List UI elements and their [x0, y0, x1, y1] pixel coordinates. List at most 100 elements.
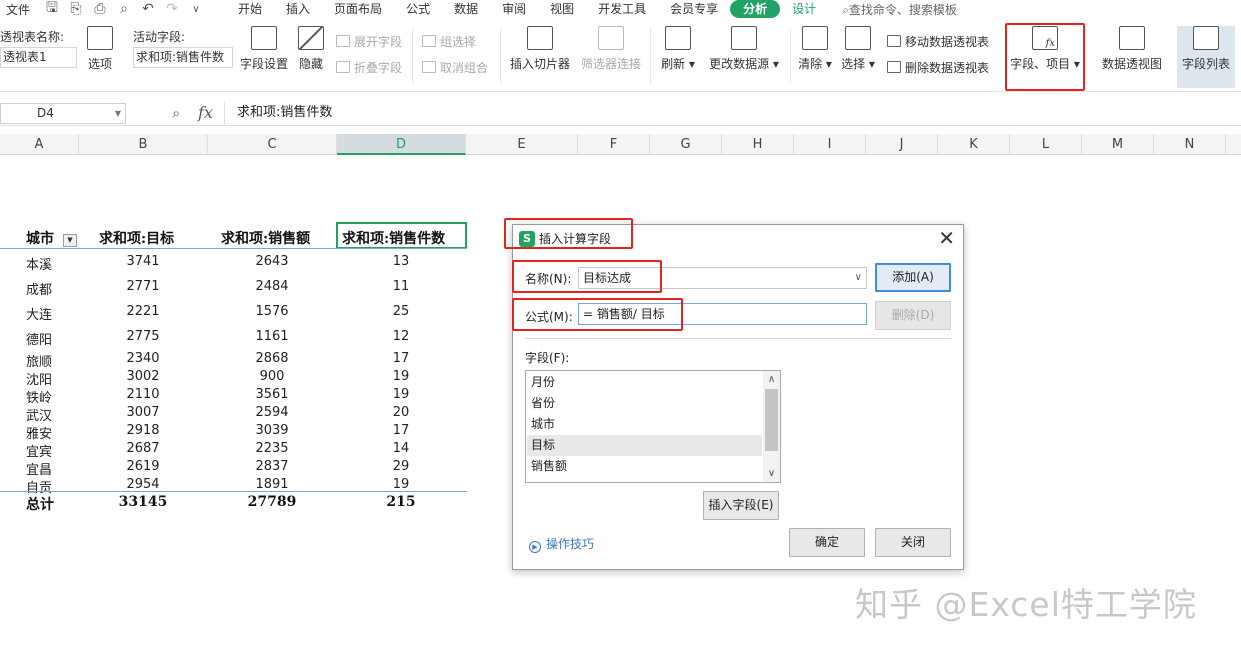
pivot-city-cell[interactable]: 铁岭	[26, 387, 52, 406]
column-header[interactable]: G	[650, 134, 722, 155]
pivot-value-cell[interactable]: 2484	[232, 279, 312, 294]
close-button[interactable]: 关闭	[875, 528, 951, 557]
undo-icon[interactable]: ↶	[140, 1, 156, 17]
tab-formulas[interactable]: 公式	[394, 0, 442, 18]
column-header-selected[interactable]: D	[337, 134, 466, 155]
pivot-city-cell[interactable]: 武汉	[26, 405, 52, 424]
tab-insert[interactable]: 插入	[274, 0, 322, 18]
column-header[interactable]: C	[208, 134, 337, 155]
tab-view[interactable]: 视图	[538, 0, 586, 18]
field-list-item[interactable]: 销售额	[527, 456, 762, 477]
column-header[interactable]: I	[794, 134, 866, 155]
pivot-value-cell[interactable]: 2619	[103, 459, 183, 474]
pivot-value-cell[interactable]: 20	[361, 405, 441, 420]
pivot-value-cell[interactable]: 2775	[103, 329, 183, 344]
pivot-city-cell[interactable]: 成都	[26, 279, 52, 298]
pivot-value-cell[interactable]: 1576	[232, 304, 312, 319]
ungroup-button[interactable]: 取消组合	[422, 58, 488, 76]
pivot-value-cell[interactable]: 2918	[103, 423, 183, 438]
file-menu[interactable]: 文件	[6, 1, 30, 18]
fields-listbox[interactable]: 月份 省份 城市 目标 销售额 ∧ ∨	[525, 370, 781, 483]
pivot-value-cell[interactable]: 2221	[103, 304, 183, 319]
expand-field-button[interactable]: 展开字段	[336, 32, 402, 50]
tab-data[interactable]: 数据	[442, 0, 490, 18]
tab-design[interactable]: 设计	[780, 0, 828, 18]
tab-home[interactable]: 开始	[226, 0, 274, 18]
pivot-value-cell[interactable]: 14	[361, 441, 441, 456]
export-icon[interactable]: ⎘	[68, 1, 84, 17]
pivot-value-cell[interactable]: 1161	[232, 329, 312, 344]
more-icon[interactable]: ∨	[188, 4, 204, 15]
column-header[interactable]: N	[1154, 134, 1226, 155]
total-target[interactable]: 33145	[103, 494, 183, 510]
print-icon[interactable]: ⎙	[92, 1, 108, 17]
filter-dropdown-icon[interactable]: ▼	[63, 234, 77, 247]
column-header[interactable]: B	[79, 134, 208, 155]
field-settings-button[interactable]: 字段设置	[238, 18, 290, 72]
clear-button[interactable]: 清除 ▾	[796, 18, 834, 72]
pivot-city-cell[interactable]: 雅安	[26, 423, 52, 442]
field-list-item[interactable]: 目标	[527, 435, 762, 456]
column-header[interactable]: K	[938, 134, 1010, 155]
pivot-value-cell[interactable]: 2340	[103, 351, 183, 366]
scrollbar-thumb[interactable]	[765, 389, 778, 451]
insert-field-button[interactable]: 插入字段(E)	[703, 491, 779, 520]
pivot-value-cell[interactable]: 900	[232, 369, 312, 384]
pivot-header-target[interactable]: 求和项:目标	[99, 228, 174, 248]
name-field[interactable]: 目标达成 ∨	[578, 267, 867, 289]
tab-member[interactable]: 会员专享	[658, 0, 730, 18]
pivot-city-cell[interactable]: 宜宾	[26, 441, 52, 460]
pivot-city-cell[interactable]: 宜昌	[26, 459, 52, 478]
pivot-value-cell[interactable]: 3007	[103, 405, 183, 420]
pivot-value-cell[interactable]: 2868	[232, 351, 312, 366]
pivot-name-input[interactable]: 透视表1	[0, 47, 77, 68]
pivot-value-cell[interactable]: 2954	[103, 477, 183, 492]
hide-button[interactable]: 隐藏	[295, 18, 327, 72]
function-icon[interactable]: fx	[198, 103, 213, 122]
pivot-value-cell[interactable]: 19	[361, 369, 441, 384]
move-pivot-button[interactable]: 移动数据透视表	[887, 32, 989, 50]
pivot-city-cell[interactable]: 旅顺	[26, 351, 52, 370]
chevron-down-icon[interactable]: ∨	[855, 268, 862, 288]
tab-page-layout[interactable]: 页面布局	[322, 0, 394, 18]
refresh-button[interactable]: 刷新 ▾	[658, 18, 698, 72]
pivot-value-cell[interactable]: 29	[361, 459, 441, 474]
options-button[interactable]: 选项	[82, 18, 118, 72]
filter-connections-button[interactable]: 筛选器连接	[580, 18, 642, 72]
column-header[interactable]: F	[578, 134, 650, 155]
pivot-city-cell[interactable]: 德阳	[26, 329, 52, 348]
tab-analyze[interactable]: 分析	[730, 0, 781, 18]
command-search[interactable]: ⌕查找命令、搜索模板	[842, 1, 957, 18]
pivot-value-cell[interactable]: 3039	[232, 423, 312, 438]
field-list-button[interactable]: 字段列表	[1177, 18, 1235, 72]
total-label[interactable]: 总计	[26, 494, 54, 514]
collapse-field-button[interactable]: 折叠字段	[336, 58, 402, 76]
chevron-up-icon[interactable]: ∧	[763, 371, 780, 388]
pivot-value-cell[interactable]: 3002	[103, 369, 183, 384]
redo-icon[interactable]: ↷	[164, 1, 180, 17]
pivot-city-cell[interactable]: 大连	[26, 304, 52, 323]
column-header[interactable]: M	[1082, 134, 1154, 155]
tab-review[interactable]: 审阅	[490, 0, 538, 18]
column-header[interactable]: A	[0, 134, 79, 155]
field-list-item[interactable]: 城市	[527, 414, 762, 435]
field-list-item[interactable]: 月份	[527, 372, 762, 393]
pivot-value-cell[interactable]: 2771	[103, 279, 183, 294]
column-header[interactable]: J	[866, 134, 938, 155]
pivot-header-sales[interactable]: 求和项:销售额	[221, 228, 310, 248]
pivot-value-cell[interactable]: 17	[361, 351, 441, 366]
ok-button[interactable]: 确定	[789, 528, 865, 557]
column-header[interactable]: E	[466, 134, 578, 155]
pivot-value-cell[interactable]: 2643	[232, 254, 312, 269]
pivot-value-cell[interactable]: 17	[361, 423, 441, 438]
add-button[interactable]: 添加(A)	[875, 263, 951, 292]
column-header[interactable]: H	[722, 134, 794, 155]
tips-link[interactable]: ▶ 操作技巧	[529, 535, 594, 553]
delete-pivot-button[interactable]: 删除数据透视表	[887, 58, 989, 76]
pivot-city-cell[interactable]: 本溪	[26, 254, 52, 273]
pivot-chart-button[interactable]: 数据透视图	[1098, 18, 1166, 72]
close-icon[interactable]: ✕	[938, 226, 955, 250]
pivot-value-cell[interactable]: 11	[361, 279, 441, 294]
pivot-value-cell[interactable]: 19	[361, 477, 441, 492]
column-header[interactable]: L	[1010, 134, 1082, 155]
